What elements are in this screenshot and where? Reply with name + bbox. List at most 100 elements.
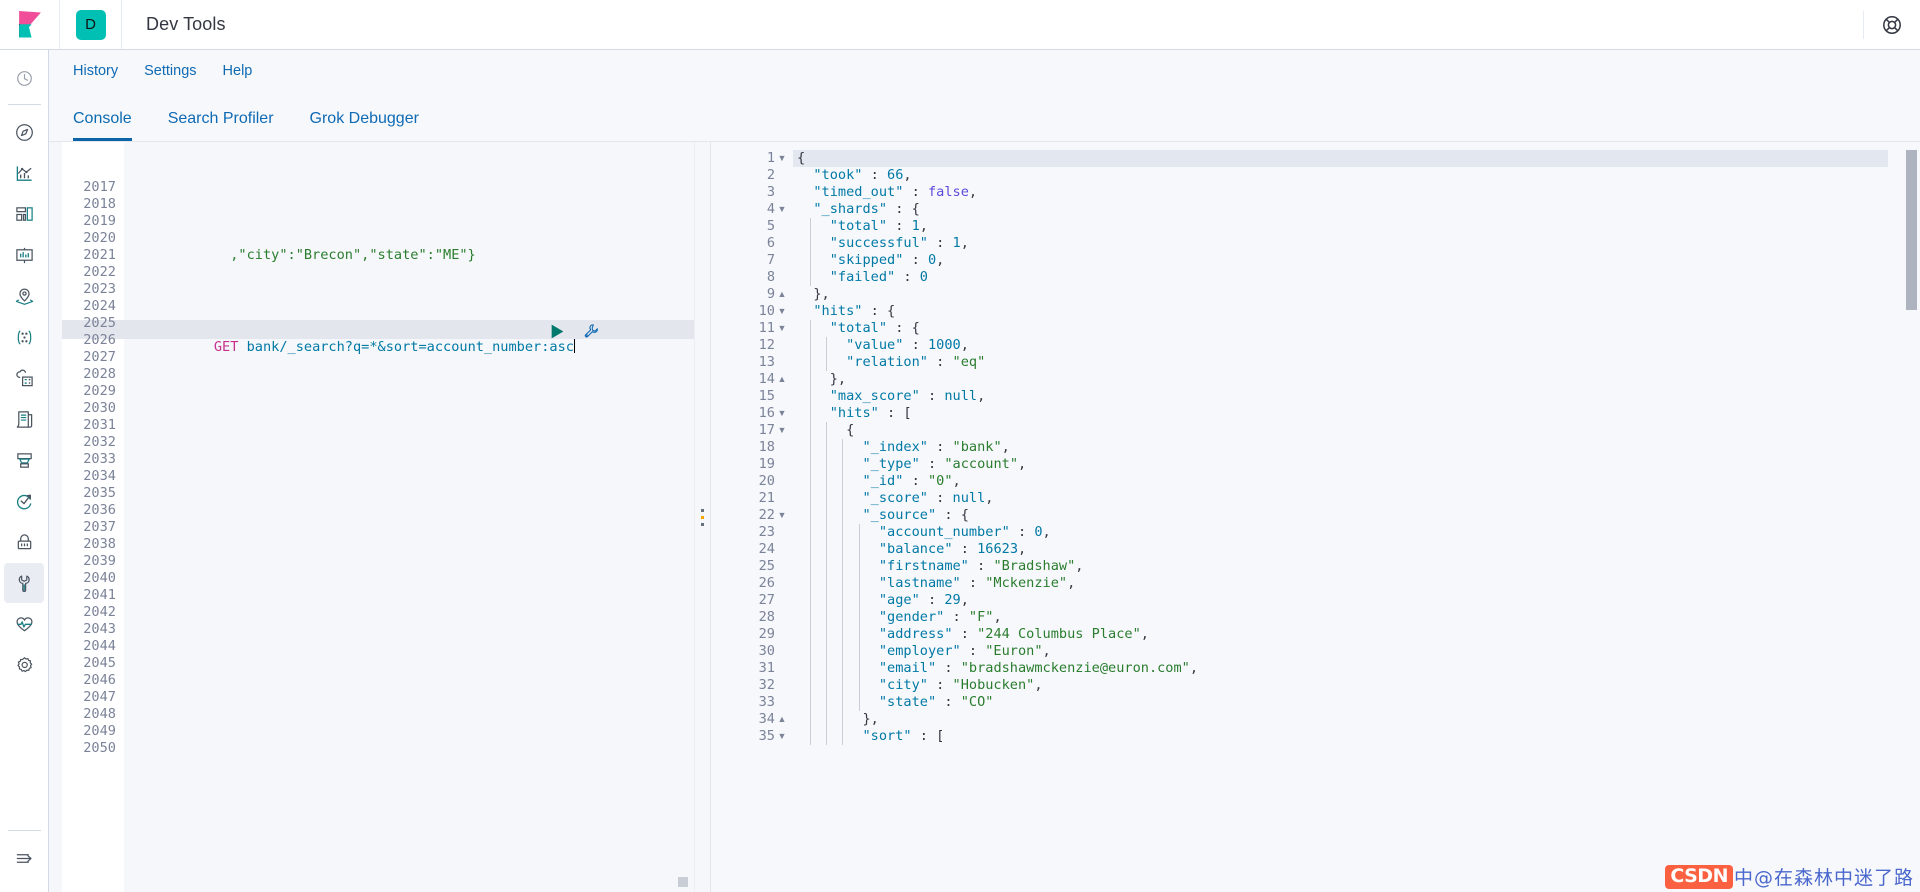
sidebar-item-monitoring[interactable]: [4, 604, 44, 644]
token-key: "took": [813, 167, 863, 183]
token-punct: ,: [960, 235, 969, 251]
sidebar-item-infrastructure[interactable]: [4, 440, 44, 480]
request-horizontal-scrollbar-thumb[interactable]: [678, 877, 688, 887]
help-button[interactable]: [1864, 0, 1920, 49]
request-line-number: 2046: [83, 672, 116, 688]
response-code-line: "hits" : {: [797, 303, 1897, 320]
space-avatar[interactable]: D: [60, 0, 122, 49]
sidebar-item-dashboard[interactable]: [4, 194, 44, 234]
token-key: "state": [878, 694, 937, 710]
request-line-number: 2045: [83, 655, 116, 671]
kibana-home-link[interactable]: [0, 0, 60, 49]
sidebar-item-management[interactable]: [4, 645, 44, 685]
play-triangle-icon[interactable]: [549, 323, 566, 340]
kibana-logo-icon: [18, 10, 41, 37]
sidebar-item-graph[interactable]: [4, 317, 44, 357]
response-line-number: 11: [758, 320, 775, 336]
token-punct: : {: [887, 320, 920, 336]
primary-nav-rail: [0, 50, 49, 892]
response-code-line: "_source" : {: [797, 507, 1897, 524]
response-scrollbar-thumb[interactable]: [1906, 150, 1917, 310]
infrastructure-icon: [16, 452, 32, 468]
fold-toggle-down[interactable]: ▼: [775, 405, 789, 422]
response-code-line: "total" : 1,: [797, 218, 1897, 235]
response-line-number: 34: [758, 711, 775, 727]
response-code-content: { "took" : 66, "timed_out" : false, "_sh…: [797, 150, 1897, 745]
token-punct: ,: [1067, 575, 1076, 591]
request-wrench-icon[interactable]: [583, 323, 600, 340]
sidebar-item-dev-tools[interactable]: [4, 563, 44, 603]
sidebar-item-collapse-nav[interactable]: [4, 838, 44, 878]
response-line-number: 16: [758, 405, 775, 421]
menu-item-help[interactable]: Help: [223, 63, 253, 79]
response-code-line: "_shards" : {: [797, 201, 1897, 218]
token-punct: ,: [1018, 541, 1027, 557]
token-num: 0: [919, 269, 928, 285]
sidebar-item-canvas[interactable]: [4, 235, 44, 275]
lifebuoy-icon: [1883, 15, 1901, 34]
token-punct: ,: [1042, 524, 1051, 540]
response-code-line: "lastname" : "Mckenzie",: [797, 575, 1897, 592]
request-query-line[interactable]: GET bank/_search?q=*&sort=account_number…: [132, 322, 575, 355]
token-punct: :: [927, 235, 953, 251]
sidebar-item-apm[interactable]: [4, 481, 44, 521]
response-line-number: 3: [766, 184, 775, 200]
response-line-number: 19: [758, 456, 775, 472]
fold-toggle-down[interactable]: ▼: [775, 728, 789, 745]
token-key: "_index": [862, 439, 928, 455]
token-str: "bank": [952, 439, 1002, 455]
fold-toggle-down[interactable]: ▼: [775, 303, 789, 320]
fold-toggle-down[interactable]: ▼: [775, 201, 789, 218]
tab-grok-debugger[interactable]: Grok Debugger: [310, 111, 419, 141]
fold-toggle-down[interactable]: ▼: [775, 320, 789, 337]
token-punct: },: [829, 371, 847, 387]
response-line-number: 10: [758, 303, 775, 319]
sidebar-item-logs[interactable]: [4, 399, 44, 439]
token-punct: : [: [878, 405, 912, 421]
token-key: "city": [878, 677, 928, 693]
token-str: "F": [968, 609, 994, 625]
editor-resize-handle[interactable]: [694, 142, 710, 892]
token-str: "244 Columbus Place": [977, 626, 1141, 642]
fold-toggle-up[interactable]: ▲: [775, 286, 789, 303]
response-line-number: 9: [766, 286, 775, 302]
menu-item-history[interactable]: History: [73, 63, 118, 79]
request-editor[interactable]: 2017 2018 2019 2020 2021 2022 2023 2024 2025 2026…: [49, 142, 694, 892]
page-title: Dev Tools: [146, 14, 226, 34]
sidebar-item-machine-learning[interactable]: [4, 358, 44, 398]
sidebar-item-siem[interactable]: [4, 522, 44, 562]
response-line-number: 32: [758, 677, 775, 693]
editor-split-container: 2017 2018 2019 2020 2021 2022 2023 2024 2025 2026…: [49, 142, 1920, 892]
wrench-icon: [18, 574, 30, 592]
sidebar-item-maps[interactable]: [4, 276, 44, 316]
fold-toggle-down[interactable]: ▼: [775, 422, 789, 439]
response-code-line: "_score" : null,: [797, 490, 1897, 507]
tab-search-profiler[interactable]: Search Profiler: [168, 111, 274, 141]
http-method-token: GET: [213, 339, 239, 355]
response-line-number: 29: [758, 626, 775, 642]
tab-console[interactable]: Console: [73, 111, 132, 141]
request-line-number: 2035: [83, 485, 116, 501]
token-key: "balance": [878, 541, 953, 557]
menu-item-settings[interactable]: Settings: [144, 63, 196, 79]
sidebar-item-recently-viewed[interactable]: [4, 58, 44, 98]
fold-toggle-down[interactable]: ▼: [775, 150, 789, 167]
token-punct: :: [952, 541, 978, 557]
fold-toggle-up[interactable]: ▲: [775, 711, 789, 728]
response-editor[interactable]: 1 2 3 4 5 6 7 8 9 10 11 12 13 14 15 16 17 18 19 20 21 22 23 24 2…: [710, 142, 1920, 892]
response-code-line: "firstname" : "Bradshaw",: [797, 558, 1897, 575]
token-num: 1: [952, 235, 961, 251]
response-code-line: "state" : "CO": [797, 694, 1897, 711]
fold-toggle-up[interactable]: ▲: [775, 371, 789, 388]
console-menu-bar: History Settings Help: [49, 50, 1920, 92]
sidebar-item-discover[interactable]: [4, 112, 44, 152]
sidebar-item-visualize[interactable]: [4, 153, 44, 193]
fold-toggle-down[interactable]: ▼: [775, 507, 789, 524]
response-line-number: 15: [758, 388, 775, 404]
